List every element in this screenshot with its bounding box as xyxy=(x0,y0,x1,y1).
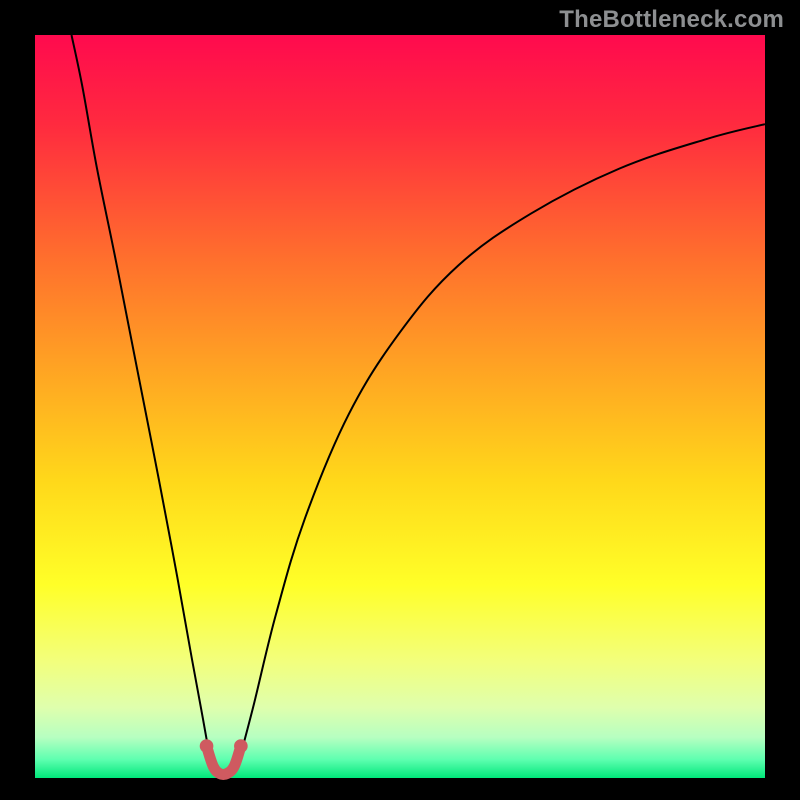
minimum-marker-endpoint xyxy=(200,739,214,753)
bottleneck-chart xyxy=(0,0,800,800)
minimum-marker-endpoint xyxy=(234,739,248,753)
outer-frame: TheBottleneck.com xyxy=(0,0,800,800)
watermark-text: TheBottleneck.com xyxy=(559,6,784,34)
